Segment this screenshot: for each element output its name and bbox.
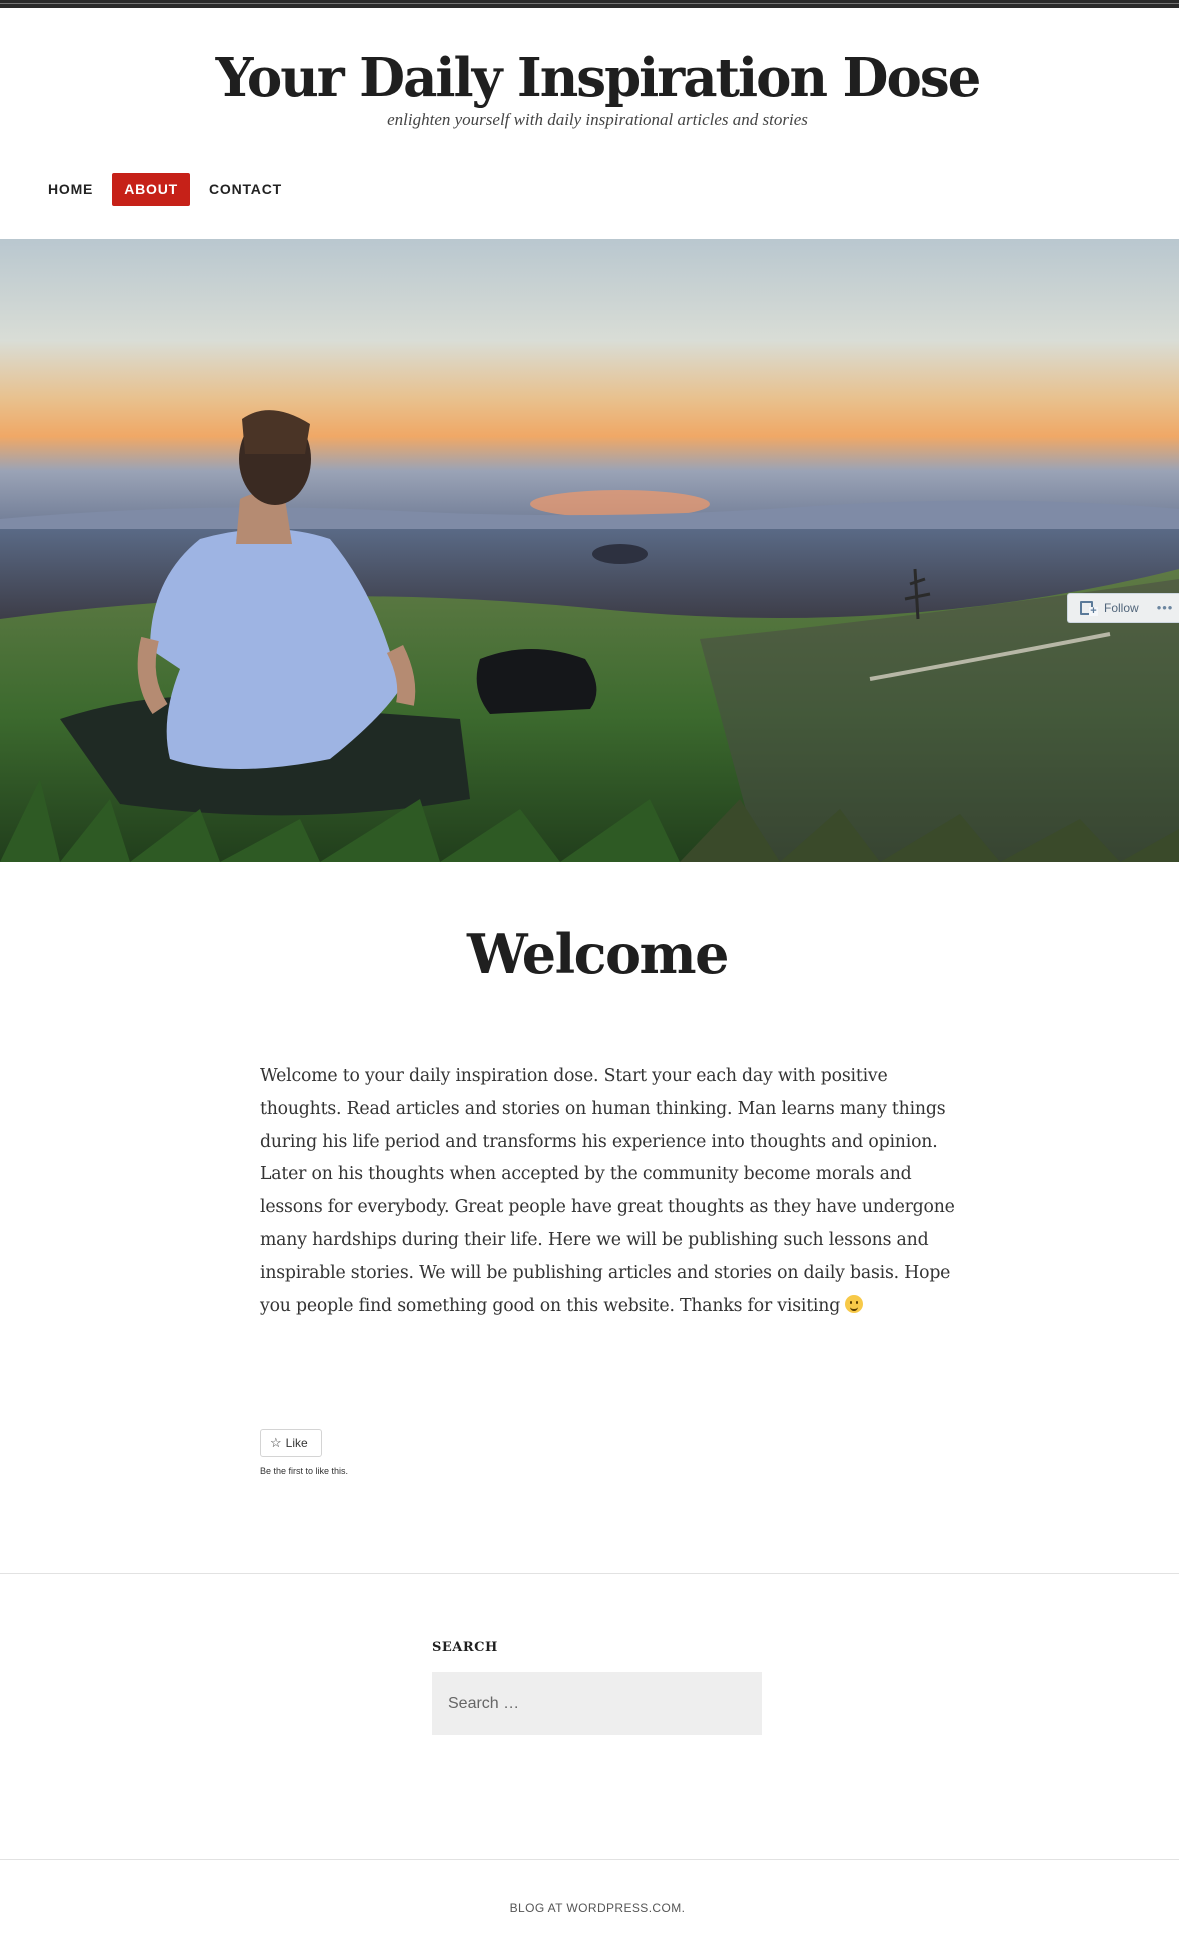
nav-item-about[interactable]: ABOUT [112, 172, 190, 206]
footer-credit-link[interactable]: BLOG AT WORDPRESS.COM. [0, 1901, 1179, 1915]
follow-icon: + [1080, 600, 1098, 617]
more-options-icon[interactable]: ••• [1157, 601, 1174, 614]
site-tagline: enlighten yourself with daily inspiratio… [387, 110, 808, 129]
nav-item-home[interactable]: HOME [36, 173, 105, 206]
main-navigation: HOME ABOUT CONTACT [36, 172, 301, 206]
footer-divider [0, 1859, 1179, 1860]
entry-content: Welcome to your daily inspiration dose. … [260, 1060, 960, 1322]
search-input[interactable] [432, 1672, 762, 1735]
top-border-bar [0, 0, 1179, 8]
follow-button-label: Follow [1104, 601, 1139, 615]
nav-item-contact[interactable]: CONTACT [197, 173, 294, 206]
page-title: Welcome [466, 922, 730, 986]
like-button-label: Like [285, 1436, 308, 1450]
follow-widget[interactable]: + Follow ••• [1067, 593, 1179, 623]
star-icon: ☆ [270, 1435, 282, 1450]
content-divider [0, 1573, 1179, 1574]
meditation-landscape-photo [0, 239, 1179, 862]
site-title[interactable]: Your Daily Inspiration Dose [0, 44, 1179, 112]
search-widget-title: SEARCH [432, 1640, 498, 1655]
smiley-emoji-icon [845, 1294, 864, 1313]
like-button[interactable]: ☆ Like [260, 1429, 322, 1457]
entry-body-text: Welcome to your daily inspiration dose. … [260, 1066, 955, 1316]
header-image [0, 239, 1179, 862]
like-status-text: Be the first to like this. [260, 1466, 349, 1476]
